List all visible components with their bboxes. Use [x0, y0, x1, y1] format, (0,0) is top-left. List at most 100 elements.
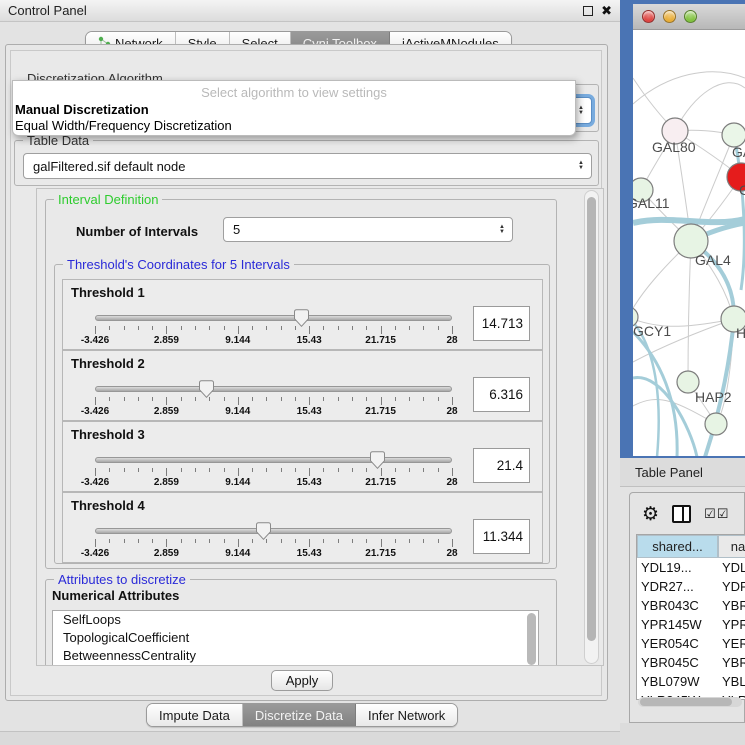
table-row[interactable]: YDL19...YDL1: [637, 558, 745, 577]
tab-discretize-data[interactable]: Discretize Data: [243, 704, 356, 726]
table-row[interactable]: YBR045CYBR0: [637, 653, 745, 672]
panel-title: Control Panel: [8, 3, 87, 18]
attribute-item[interactable]: TopologicalCoefficient: [53, 629, 538, 647]
num-intervals-value: 5: [233, 222, 240, 237]
attributes-group: Attributes to discretize Numerical Attri…: [45, 579, 557, 666]
table-row[interactable]: YBR043CYBR0: [637, 596, 745, 615]
slider-thumb[interactable]: [370, 451, 385, 469]
tick-mark: [252, 539, 253, 543]
tick-label: 21.715: [365, 406, 396, 417]
network-canvas[interactable]: GAL80GACGAL11GAL4GCY1HHAP2: [633, 30, 745, 456]
column-header[interactable]: shared...: [637, 535, 718, 558]
table-cell: YBL0: [718, 672, 745, 691]
zoom-traffic-light-icon[interactable]: [684, 10, 697, 23]
algorithm-option[interactable]: Manual Discretization: [13, 102, 575, 118]
tick-label: 15.43: [297, 406, 322, 417]
tick-label: 28: [446, 477, 457, 488]
threshold-slider[interactable]: [95, 455, 452, 465]
table-hscrollbar[interactable]: [638, 697, 742, 707]
minimize-traffic-light-icon[interactable]: [663, 10, 676, 23]
slider-tick-labels: -3.4262.8599.14415.4321.71528: [95, 548, 452, 560]
num-intervals-combobox[interactable]: 5 ▲▼: [223, 217, 513, 242]
tick-mark: [224, 397, 225, 401]
threshold-value-field[interactable]: 11.344: [473, 519, 530, 554]
threshold-slider[interactable]: [95, 384, 452, 394]
slider-track[interactable]: [95, 528, 452, 534]
tick-mark: [238, 326, 239, 334]
tick-mark: [438, 397, 439, 401]
tick-label: 21.715: [365, 335, 396, 346]
attribute-item[interactable]: BetweennessCentrality: [53, 647, 538, 665]
tick-mark: [124, 539, 125, 543]
algorithm-option[interactable]: Equal Width/Frequency Discretization: [13, 118, 575, 134]
slider-track[interactable]: [95, 386, 452, 392]
tick-mark: [252, 397, 253, 401]
tick-mark: [124, 468, 125, 472]
tick-mark: [181, 468, 182, 472]
close-icon[interactable]: ✖: [601, 6, 612, 16]
table-hscrollbar-thumb[interactable]: [640, 698, 732, 706]
tab-infer-network[interactable]: Infer Network: [356, 704, 457, 726]
table-row[interactable]: YER054CYER0: [637, 634, 745, 653]
slider-thumb[interactable]: [294, 309, 309, 327]
network-edge-highlighted[interactable]: [633, 219, 745, 223]
network-edge-highlighted[interactable]: [705, 319, 734, 456]
tick-mark: [423, 326, 424, 330]
tab-impute-data[interactable]: Impute Data: [147, 704, 243, 726]
numerical-attributes-list[interactable]: SelfLoopsTopologicalCoefficientBetweenne…: [52, 610, 539, 666]
tick-mark: [381, 539, 382, 547]
close-traffic-light-icon[interactable]: [642, 10, 655, 23]
node-attribute-table[interactable]: shared...na YDL19...YDL1YDR27...YDR2YBR0…: [636, 534, 745, 700]
threshold-value-field[interactable]: 14.713: [473, 306, 530, 341]
tick-mark: [295, 326, 296, 330]
tick-mark: [181, 397, 182, 401]
slider-ticks: [95, 468, 452, 477]
tick-mark: [138, 468, 139, 472]
table-cell: YBR0: [718, 596, 745, 615]
tick-label: 15.43: [297, 335, 322, 346]
table-data-combobox[interactable]: galFiltered.sif default node ▲▼: [23, 153, 592, 179]
checkbox-pair-icon[interactable]: ☑☑: [704, 506, 729, 522]
attribute-item[interactable]: SelfLoops: [53, 611, 538, 629]
threshold-label: Threshold 2: [71, 356, 145, 371]
slider-thumb[interactable]: [256, 522, 271, 540]
tick-mark: [209, 326, 210, 330]
table-row[interactable]: YPR145WYPR1: [637, 615, 745, 634]
tick-mark: [124, 326, 125, 330]
network-edge[interactable]: [688, 241, 691, 382]
tick-mark: [409, 539, 410, 543]
tick-mark: [438, 326, 439, 330]
slider-track[interactable]: [95, 457, 452, 463]
network-edge[interactable]: [633, 72, 745, 104]
tick-mark: [366, 397, 367, 401]
list-scrollbar[interactable]: [527, 613, 536, 665]
threshold-value-field[interactable]: 21.4: [473, 448, 530, 483]
gear-icon[interactable]: ⚙: [642, 503, 659, 526]
threshold-slider[interactable]: [95, 526, 452, 536]
split-columns-icon[interactable]: [672, 505, 691, 523]
tick-mark: [166, 326, 167, 334]
tick-mark: [395, 539, 396, 543]
float-window-icon[interactable]: [583, 6, 593, 16]
settings-scroll-viewport: Interval Definition Number of Intervals …: [36, 188, 604, 666]
panel-scrollbar-thumb[interactable]: [587, 197, 596, 641]
slider-tick-labels: -3.4262.8599.14415.4321.71528: [95, 335, 452, 347]
slider-tick-labels: -3.4262.8599.14415.4321.71528: [95, 477, 452, 489]
threshold-slider[interactable]: [95, 313, 452, 323]
network-node-bottom-partial[interactable]: [705, 413, 727, 435]
tick-mark: [195, 539, 196, 543]
network-window: GAL80GACGAL11GAL4GCY1HHAP2: [633, 4, 745, 456]
panel-scrollbar-track[interactable]: [584, 190, 599, 664]
table-cell: YBR043C: [637, 596, 718, 615]
node-label-C: C: [739, 182, 745, 198]
table-row[interactable]: YBL079WYBL0: [637, 672, 745, 691]
tick-mark: [224, 539, 225, 543]
table-row[interactable]: YDR27...YDR2: [637, 577, 745, 596]
apply-button[interactable]: Apply: [271, 670, 333, 691]
column-header[interactable]: na: [718, 535, 745, 558]
slider-track[interactable]: [95, 315, 452, 321]
threshold-value-field[interactable]: 6.316: [473, 377, 530, 412]
tick-mark: [281, 468, 282, 472]
tick-mark: [238, 539, 239, 547]
slider-thumb[interactable]: [199, 380, 214, 398]
